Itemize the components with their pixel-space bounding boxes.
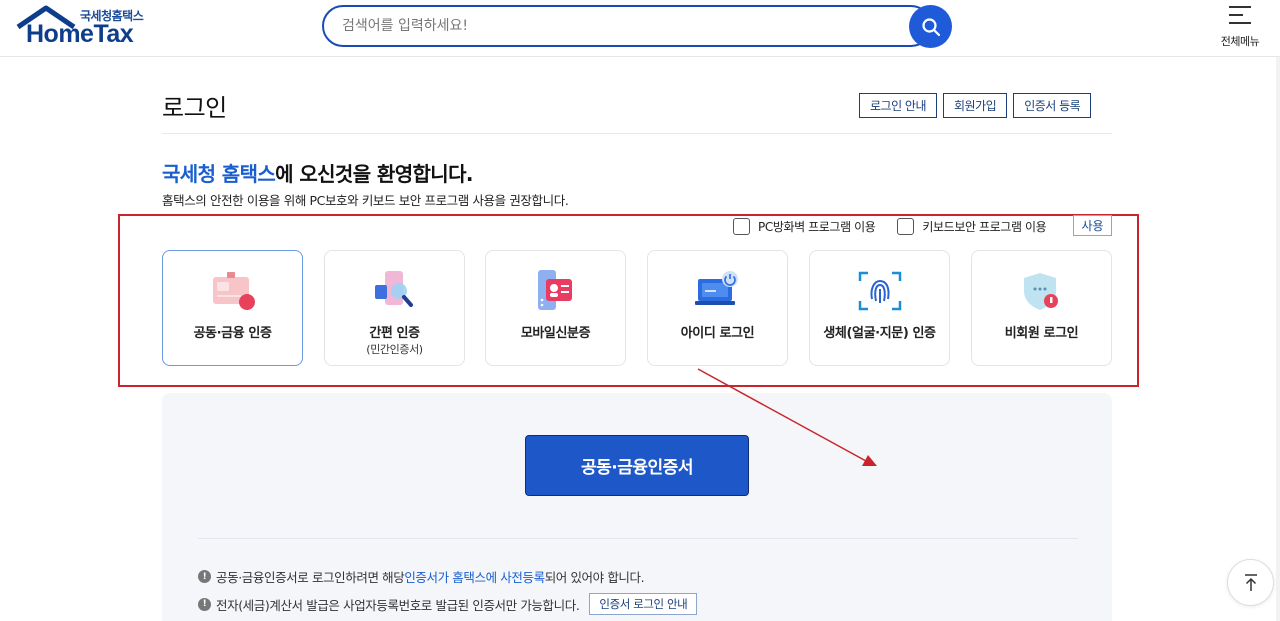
simple-auth-sublabel: (민간인증서) — [366, 343, 423, 356]
biometric-label: 생체(얼굴·지문) 인증 — [823, 326, 936, 341]
firewall-option[interactable]: PC방화벽 프로그램 이용 — [733, 217, 876, 235]
mobile-id-icon — [538, 270, 572, 310]
hamburger-icon — [1229, 6, 1251, 24]
welcome-heading: 국세청 홈택스에 오신것을 환영합니다. — [162, 158, 474, 187]
mobile-id-label: 모바일신분증 — [520, 326, 591, 341]
scroll-to-top-button[interactable] — [1227, 559, 1274, 606]
title-action-buttons: 로그인 안내 회원가입 인증서 등록 — [859, 93, 1092, 118]
register-certificate-button[interactable]: 인증서 등록 — [1013, 93, 1092, 118]
note1-text-after: 되어 있어야 합니다. — [544, 570, 645, 585]
full-menu-button[interactable]: 전체메뉴 — [1210, 4, 1270, 50]
login-option-mobile-id[interactable]: 모바일신분증 — [485, 250, 626, 366]
certificate-login-panel — [162, 393, 1112, 621]
signup-button[interactable]: 회원가입 — [943, 93, 1008, 118]
panel-divider — [198, 538, 1078, 539]
id-login-label: 아이디 로그인 — [680, 326, 755, 341]
search-input[interactable] — [322, 5, 932, 47]
keyboard-security-option[interactable]: 키보드보안 프로그램 이용 — [897, 217, 1047, 235]
login-option-simple-auth[interactable]: 간편 인증 (민간인증서) — [324, 250, 465, 366]
title-divider — [162, 133, 1112, 134]
certificate-card-icon — [213, 272, 255, 310]
info-icon: ! — [198, 570, 211, 583]
fingerprint-icon — [858, 271, 902, 311]
login-option-id-login[interactable]: 아이디 로그인 — [647, 250, 788, 366]
preregistration-link[interactable]: 인증서가 홈택스에 사전등록 — [404, 567, 545, 586]
search-icon — [921, 17, 940, 36]
laptop-id-icon — [695, 271, 738, 305]
welcome-accent: 국세청 홈택스 — [162, 162, 276, 186]
page-scrollbar[interactable] — [1276, 57, 1280, 621]
page-title: 로그인 — [162, 94, 227, 122]
certificate-login-button[interactable]: 공동·금융인증서 — [525, 435, 749, 496]
top-header: 국세청홈택스 HomeTax 전체메뉴 — [0, 0, 1280, 57]
welcome-rest: 에 오신것을 환영합니다. — [275, 162, 473, 186]
security-options: PC방화벽 프로그램 이용 키보드보안 프로그램 이용 — [733, 216, 1068, 236]
note-preregistration: ! 공동·금융인증서로 로그인하려면 해당 인증서가 홈택스에 사전등록 되어 … — [198, 567, 645, 586]
note2-text: 전자(세금)계산서 발급은 사업자등록번호로 발급된 인증서만 가능합니다. — [216, 597, 580, 613]
logo-title: HomeTax — [26, 20, 134, 48]
login-option-biometric[interactable]: 생체(얼굴·지문) 인증 — [809, 250, 950, 366]
login-option-certificate[interactable]: 공동·금융 인증 — [162, 250, 303, 366]
security-recommendation: 홈택스의 안전한 이용을 위해 PC보호와 키보드 보안 프로그램 사용을 권장… — [162, 193, 569, 208]
guest-login-label: 비회원 로그인 — [1004, 326, 1079, 341]
certificate-label: 공동·금융 인증 — [193, 326, 272, 341]
hometax-logo[interactable]: 국세청홈택스 HomeTax — [16, 5, 156, 51]
security-use-button[interactable]: 사용 — [1073, 215, 1112, 236]
simple-auth-icon — [375, 271, 413, 307]
keyboard-security-label: 키보드보안 프로그램 이용 — [922, 219, 1047, 234]
full-menu-label: 전체메뉴 — [1220, 35, 1260, 48]
info-icon: ! — [198, 597, 211, 611]
login-guide-button[interactable]: 로그인 안내 — [859, 93, 938, 118]
note1-text-before: 공동·금융인증서로 로그인하려면 해당 — [216, 570, 405, 585]
search-bar — [322, 5, 952, 48]
firewall-label: PC방화벽 프로그램 이용 — [758, 219, 876, 234]
keyboard-security-checkbox[interactable] — [897, 217, 915, 235]
note-tax-invoice: ! 전자(세금)계산서 발급은 사업자등록번호로 발급된 인증서만 가능합니다.… — [198, 593, 698, 615]
certificate-login-guide-button[interactable]: 인증서 로그인 안내 — [589, 593, 698, 615]
simple-auth-label: 간편 인증 — [369, 326, 420, 341]
login-option-guest[interactable]: 비회원 로그인 — [971, 250, 1112, 366]
arrow-up-icon — [1244, 573, 1257, 591]
firewall-checkbox[interactable] — [733, 217, 750, 235]
guest-shield-icon — [1024, 273, 1058, 310]
search-button[interactable] — [909, 5, 952, 48]
